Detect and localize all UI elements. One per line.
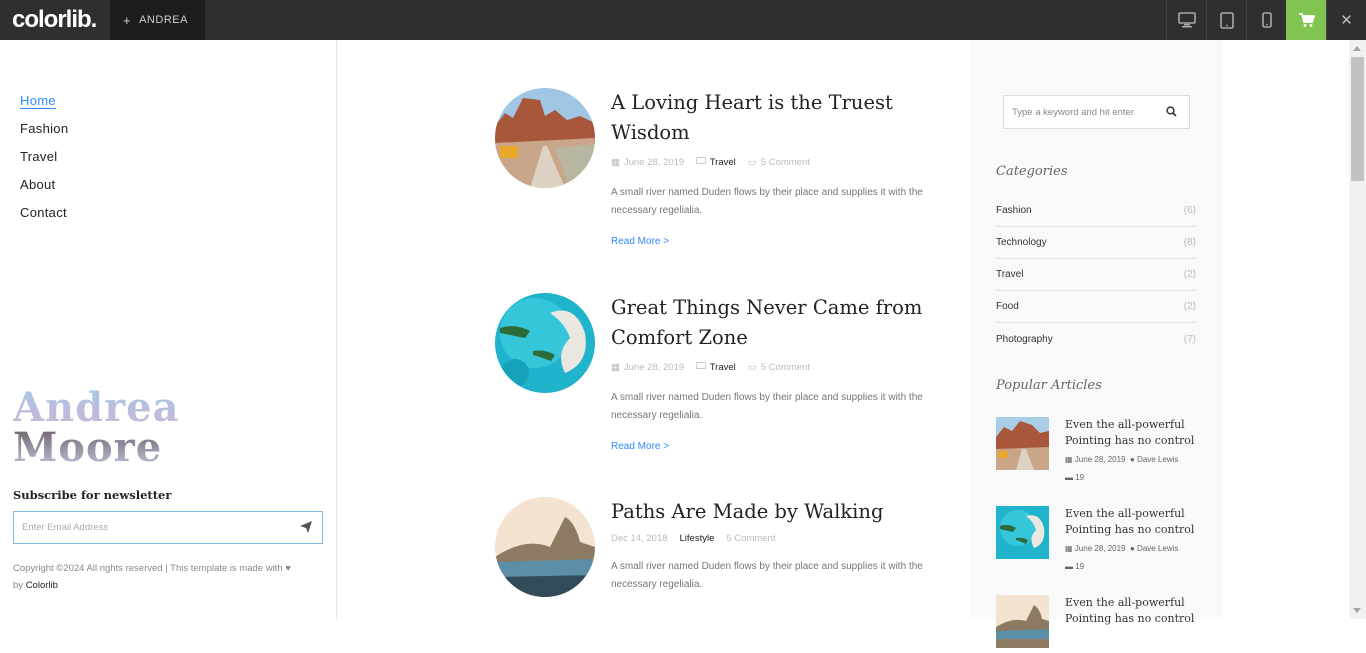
post-excerpt: A small river named Duden flows by their… [611, 561, 923, 590]
popular-article-title[interactable]: Even the all-powerful Pointing has no co… [1065, 417, 1205, 449]
page-scrollbar[interactable] [1349, 40, 1366, 619]
category-item[interactable]: Travel (2) [996, 259, 1196, 291]
popular-article-title[interactable]: Even the all-powerful Pointing has no co… [1065, 595, 1205, 627]
post-category[interactable]: Travel [710, 157, 736, 168]
post-category[interactable]: Lifestyle [680, 533, 715, 544]
post-title[interactable]: Paths Are Made by Walking [611, 497, 931, 527]
nav-item-fashion[interactable]: Fashion [20, 121, 68, 149]
popular-article-meta: ▦ June 28, 2019 ● Dave Lewis [1065, 544, 1179, 553]
comment-icon: ▬ [1065, 473, 1073, 482]
search-placeholder: Type a keyword and hit enter [1012, 106, 1134, 118]
close-icon: ✕ [1340, 12, 1353, 29]
desktop-icon [1177, 12, 1196, 28]
search-icon[interactable] [1166, 106, 1177, 117]
post-title[interactable]: A Loving Heart is the Truest Wisdom [611, 88, 931, 148]
post-excerpt: A small river named Duden flows by their… [611, 392, 923, 421]
post-image[interactable] [495, 293, 595, 393]
category-item[interactable]: Photography (7) [996, 323, 1196, 355]
post-comments[interactable]: 5 Comment [761, 157, 810, 168]
calendar-icon: ▦ [611, 361, 620, 373]
folder-icon: 🗀 [696, 156, 706, 167]
popular-article-comments: ▬ 19 [1065, 562, 1085, 571]
scroll-down-arrow-icon[interactable] [1353, 608, 1361, 613]
nav-item-home[interactable]: Home [20, 93, 68, 121]
calendar-icon: ▦ [1065, 544, 1073, 553]
colorlib-link[interactable]: Colorlib [26, 580, 58, 591]
scroll-up-arrow-icon[interactable] [1353, 46, 1361, 51]
brand-line1: Andrea [13, 384, 180, 431]
email-placeholder: Enter Email Address [22, 522, 109, 533]
mobile-view-button[interactable] [1246, 0, 1286, 40]
popular-article-meta: ▦ June 28, 2019 ● Dave Lewis [1065, 455, 1179, 464]
post-comments[interactable]: 5 Comment [761, 362, 810, 373]
top-bar: colorlib. + ANDREA ✕ [0, 0, 1366, 40]
cart-icon [1298, 12, 1315, 27]
popular-article-image[interactable] [996, 417, 1049, 470]
plus-icon: + [123, 12, 132, 28]
category-item[interactable]: Fashion (6) [996, 195, 1196, 227]
comment-icon: ▬ [1065, 562, 1073, 571]
logo-dot: . [90, 6, 98, 33]
logo-text: colorlib [12, 6, 92, 33]
newsletter-title: Subscribe for newsletter [13, 488, 172, 502]
post-meta: Dec 14, 2018 Lifestyle 5 Comment [611, 533, 931, 544]
tablet-icon [1219, 11, 1234, 29]
theme-tab[interactable]: + ANDREA [110, 0, 205, 40]
post-date: Dec 14, 2018 [611, 533, 668, 544]
copyright-text: Copyright ©2024 All rights reserved | Th… [13, 563, 291, 574]
send-icon[interactable] [300, 521, 312, 533]
brand-logo[interactable]: Andrea Moore [13, 388, 180, 468]
brand-line2: Moore [13, 424, 163, 471]
nav-item-travel[interactable]: Travel [20, 149, 68, 177]
post-meta: ▦ June 28, 2019 🗀 Travel ▭ 5 Comment [611, 359, 931, 375]
folder-icon: 🗀 [696, 361, 706, 372]
main-nav: Home Fashion Travel About Contact [20, 93, 68, 233]
search-input[interactable]: Type a keyword and hit enter [1003, 95, 1190, 129]
read-more-link[interactable]: Read More > [611, 236, 931, 247]
calendar-icon: ▦ [1065, 455, 1073, 464]
post-date: June 28, 2019 [623, 361, 685, 373]
nav-item-about[interactable]: About [20, 177, 68, 205]
popular-article-image[interactable] [996, 595, 1049, 648]
nav-item-contact[interactable]: Contact [20, 205, 68, 233]
buy-button[interactable] [1286, 0, 1326, 40]
right-sidebar: Type a keyword and hit enter Categories … [970, 40, 1223, 648]
comment-icon: ▭ [747, 361, 757, 373]
read-more-link[interactable]: Read More > [611, 441, 931, 452]
popular-article-image[interactable] [996, 506, 1049, 559]
category-item[interactable]: Food (2) [996, 291, 1196, 323]
post-title[interactable]: Great Things Never Came from Comfort Zon… [611, 293, 931, 353]
close-button[interactable]: ✕ [1326, 0, 1366, 40]
popular-article-comments: ▬ 19 [1065, 473, 1085, 482]
user-icon: ● [1129, 544, 1135, 553]
copyright: Copyright ©2024 All rights reserved | Th… [13, 560, 328, 594]
popular-article-title[interactable]: Even the all-powerful Pointing has no co… [1065, 506, 1205, 538]
post-comments[interactable]: 5 Comment [726, 533, 775, 544]
theme-tab-label: ANDREA [139, 14, 188, 26]
left-sidebar: Home Fashion Travel About Contact Andrea… [0, 40, 337, 619]
copyright-by: by [13, 580, 24, 591]
post-image[interactable] [495, 88, 595, 188]
user-icon: ● [1129, 455, 1135, 464]
post-excerpt: A small river named Duden flows by their… [611, 187, 923, 216]
categories-heading: Categories [996, 164, 1068, 179]
post-meta: ▦ June 28, 2019 🗀 Travel ▭ 5 Comment [611, 154, 931, 170]
tablet-view-button[interactable] [1206, 0, 1246, 40]
post-date: June 28, 2019 [623, 156, 685, 168]
categories-list: Fashion (6) Technology (8) Travel (2) Food(… [996, 195, 1196, 355]
category-item[interactable]: Technology (8) [996, 227, 1196, 259]
colorlib-logo[interactable]: colorlib. [0, 0, 110, 40]
post-image[interactable] [495, 497, 595, 597]
calendar-icon: ▦ [611, 156, 620, 168]
popular-articles-heading: Popular Articles [996, 378, 1102, 393]
email-field[interactable]: Enter Email Address [13, 511, 323, 544]
desktop-view-button[interactable] [1166, 0, 1206, 40]
mobile-icon [1261, 12, 1272, 28]
post-category[interactable]: Travel [710, 362, 736, 373]
scrollbar-thumb[interactable] [1351, 57, 1364, 181]
comment-icon: ▭ [747, 156, 757, 168]
